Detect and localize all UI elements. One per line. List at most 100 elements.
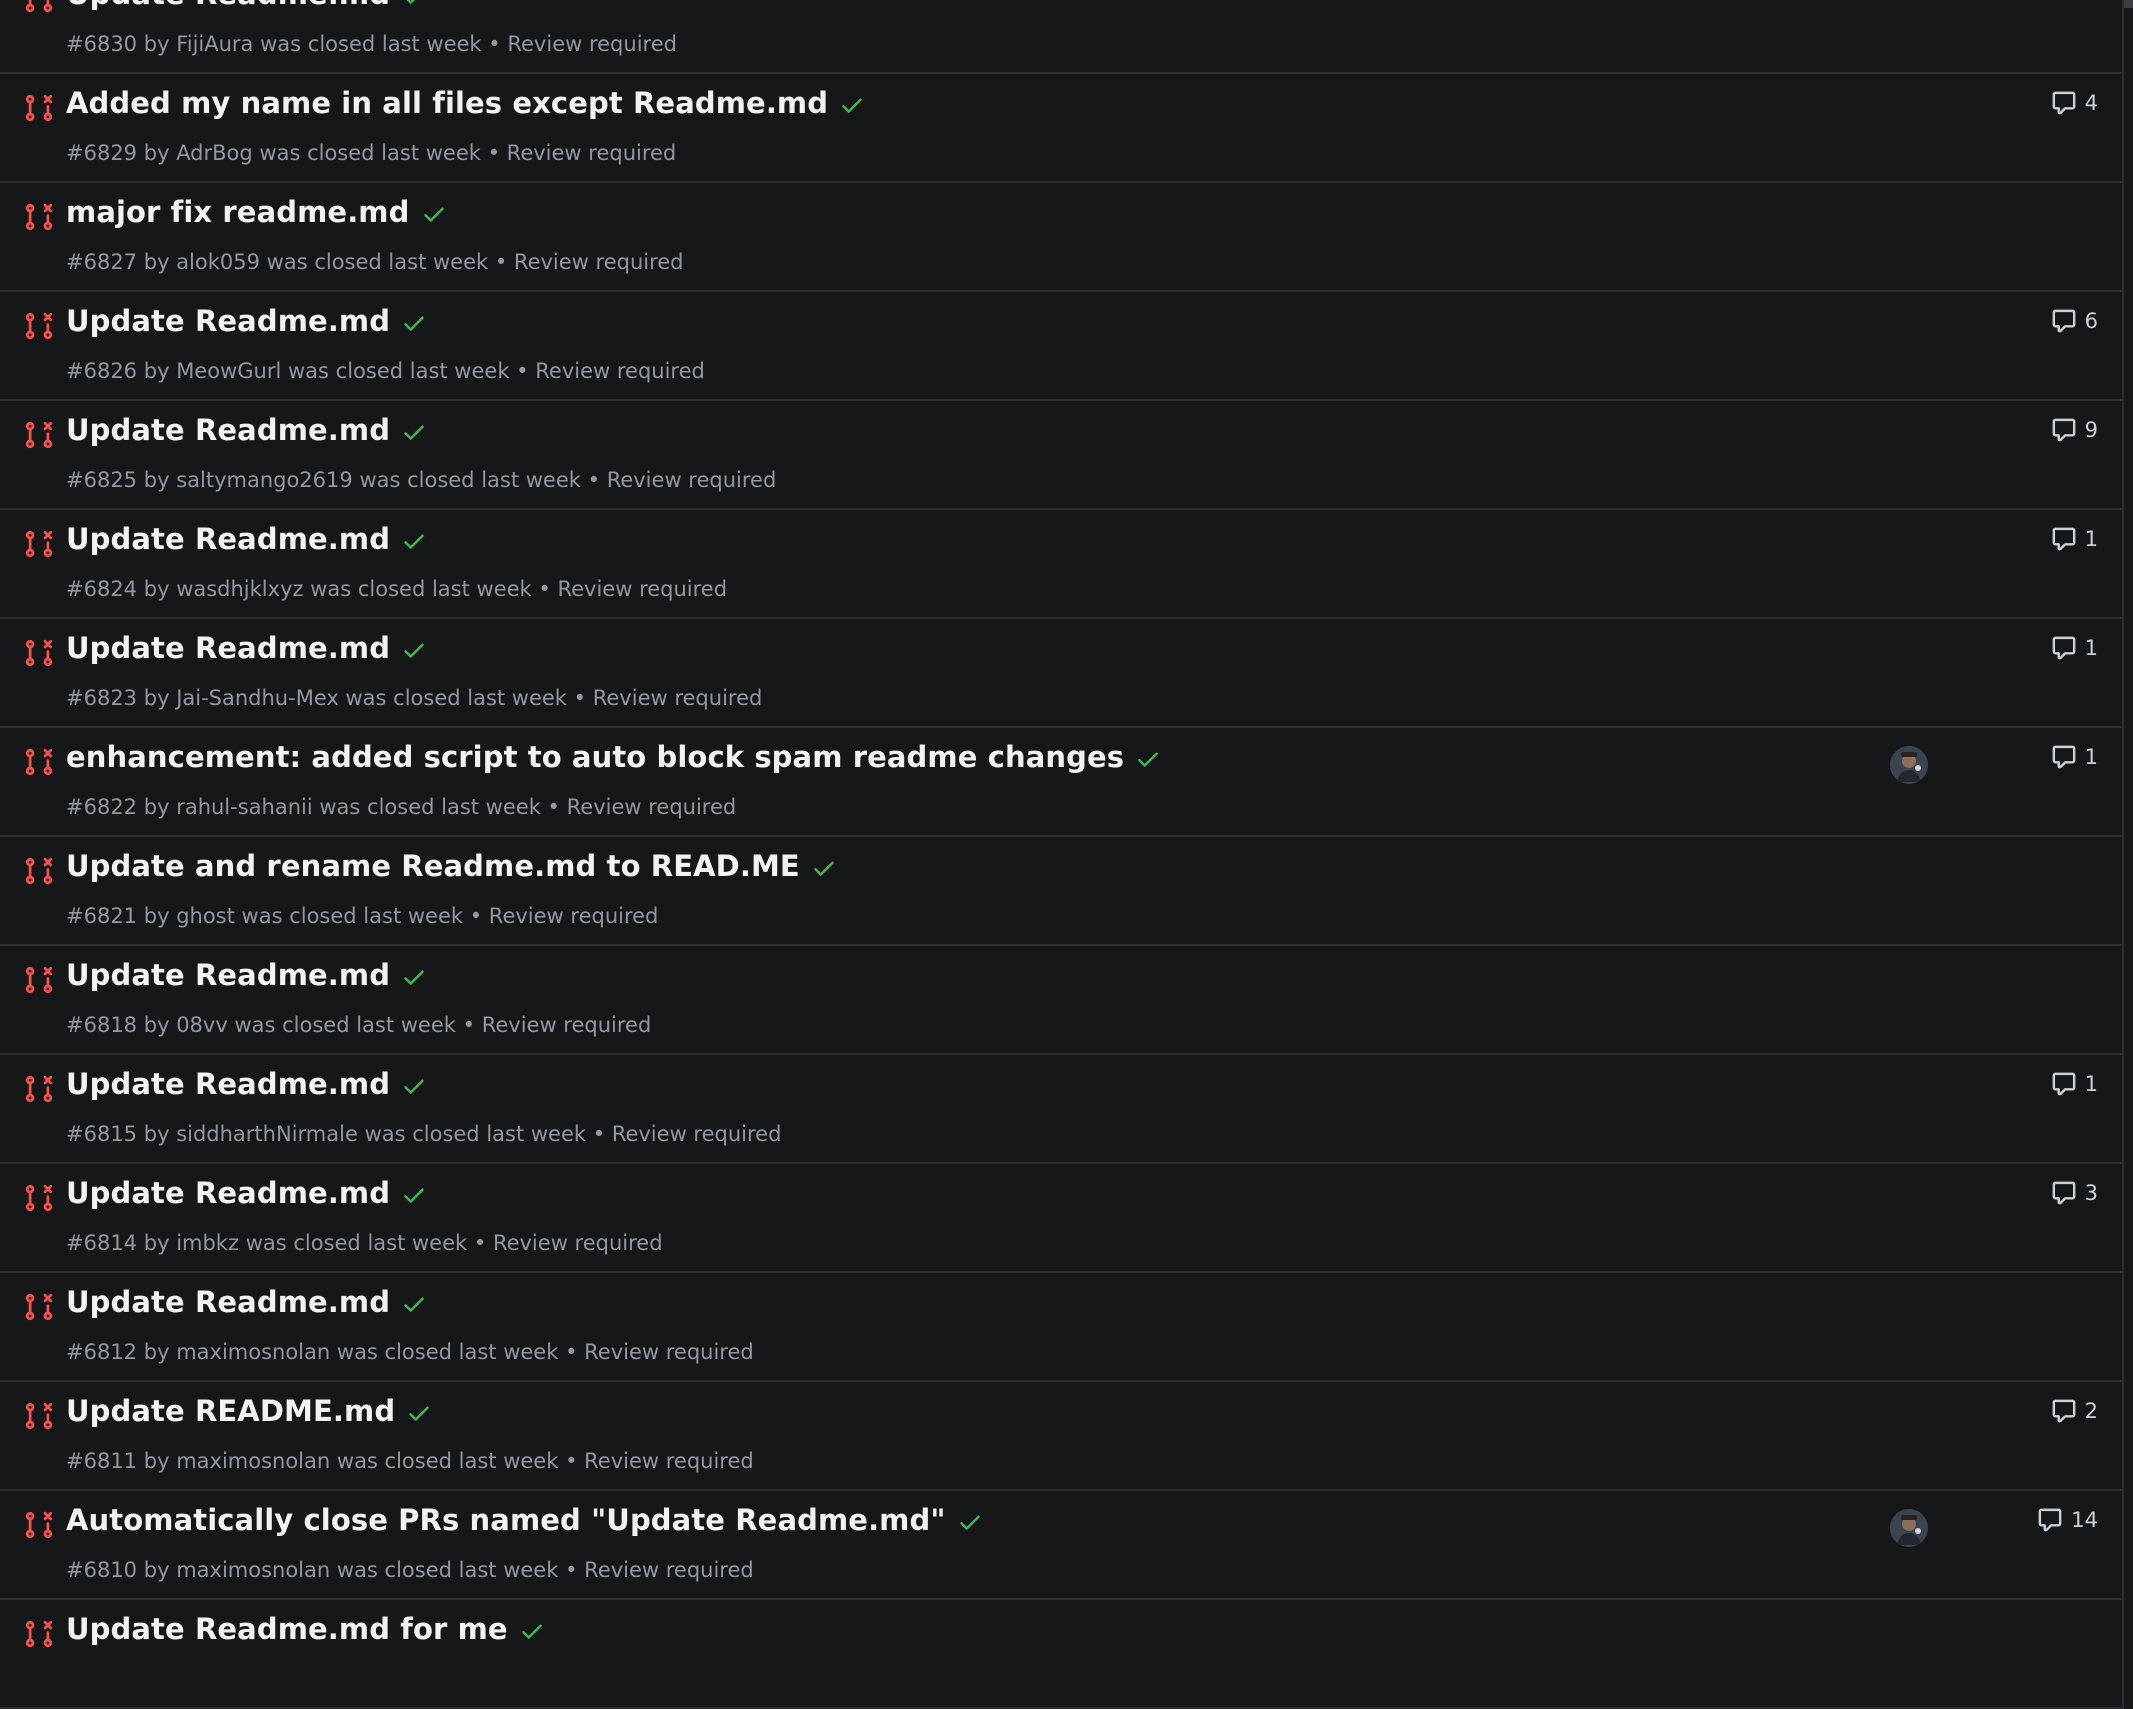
check-icon[interactable] [406, 1400, 432, 1426]
author-link[interactable]: siddharthNirmale [176, 1122, 358, 1146]
pull-request-title[interactable]: Update Readme.md [66, 1176, 390, 1210]
by-label: by [143, 904, 170, 928]
pull-request-title[interactable]: Update Readme.md [66, 0, 390, 11]
check-icon[interactable] [957, 1509, 983, 1535]
comments-link[interactable]: 1 [2051, 635, 2098, 661]
author-link[interactable]: wasdhjklxyz [176, 577, 303, 601]
pull-request-title[interactable]: Update Readme.md [66, 958, 390, 992]
pull-request-title[interactable]: Update Readme.md for me [66, 1612, 508, 1646]
by-label: by [143, 141, 170, 165]
review-status[interactable]: Review required [489, 904, 659, 928]
by-label: by [143, 1340, 170, 1364]
pull-request-title[interactable]: Added my name in all files except Readme… [66, 86, 828, 120]
check-icon[interactable] [421, 201, 447, 227]
review-status[interactable]: Review required [584, 1558, 754, 1582]
pull-request-row[interactable]: major fix readme.md #6827 by alok059 was… [0, 183, 2122, 292]
check-icon[interactable] [401, 964, 427, 990]
pull-request-row[interactable]: Update Readme.md for me [0, 1600, 2122, 1709]
check-icon[interactable] [401, 0, 427, 9]
pull-request-row[interactable]: Added my name in all files except Readme… [0, 74, 2122, 183]
pull-request-title[interactable]: Update Readme.md [66, 304, 390, 338]
author-link[interactable]: 08vv [176, 1013, 228, 1037]
author-link[interactable]: ghost [176, 904, 235, 928]
comment-icon [2052, 91, 2075, 115]
review-status[interactable]: Review required [584, 1449, 754, 1473]
pull-request-meta: #6810 by maximosnolan was closed last we… [66, 1558, 754, 1582]
separator-dot: • [469, 904, 483, 928]
review-status[interactable]: Review required [612, 1122, 782, 1146]
pull-request-row[interactable]: Update Readme.md #6812 by maximosnolan w… [0, 1273, 2122, 1382]
pull-request-title[interactable]: Update and rename Readme.md to READ.ME [66, 849, 800, 883]
author-link[interactable]: alok059 [176, 250, 260, 274]
author-link[interactable]: Jai-Sandhu-Mex [176, 686, 339, 710]
pull-request-title[interactable]: major fix readme.md [66, 195, 410, 229]
comments-link[interactable]: 1 [2051, 744, 2098, 770]
check-icon[interactable] [1135, 746, 1161, 772]
pull-request-title[interactable]: Update Readme.md [66, 413, 390, 447]
pull-request-row[interactable]: Update README.md #6811 by maximosnolan w… [0, 1382, 2122, 1491]
comments-link[interactable]: 4 [2051, 90, 2098, 116]
review-status[interactable]: Review required [557, 577, 727, 601]
check-icon[interactable] [519, 1618, 545, 1644]
check-icon[interactable] [811, 855, 837, 881]
comments-link[interactable]: 6 [2051, 308, 2098, 334]
avatar[interactable] [1890, 1509, 1928, 1547]
review-status[interactable]: Review required [535, 359, 705, 383]
author-link[interactable]: maximosnolan [176, 1340, 330, 1364]
pull-request-row[interactable]: Automatically close PRs named "Update Re… [0, 1491, 2122, 1600]
pull-request-title[interactable]: Automatically close PRs named "Update Re… [66, 1503, 946, 1537]
review-status[interactable]: Review required [507, 141, 677, 165]
comments-link[interactable]: 1 [2051, 526, 2098, 552]
review-status[interactable]: Review required [493, 1231, 663, 1255]
comments-link[interactable]: 9 [2051, 417, 2098, 443]
pull-request-row[interactable]: Update and rename Readme.md to READ.ME #… [0, 837, 2122, 946]
check-icon[interactable] [401, 310, 427, 336]
review-status[interactable]: Review required [593, 686, 763, 710]
check-icon[interactable] [401, 528, 427, 554]
git-pull-request-closed-icon [25, 1511, 53, 1539]
review-status[interactable]: Review required [482, 1013, 652, 1037]
author-link[interactable]: maximosnolan [176, 1558, 330, 1582]
pull-request-number: #6822 [66, 795, 138, 819]
author-link[interactable]: maximosnolan [176, 1449, 330, 1473]
review-status[interactable]: Review required [567, 795, 737, 819]
check-icon[interactable] [401, 419, 427, 445]
comments-link[interactable]: 14 [2037, 1507, 2098, 1533]
author-link[interactable]: saltymango2619 [176, 468, 353, 492]
pull-request-row[interactable]: Update Readme.md #6823 by Jai-Sandhu-Mex… [0, 619, 2122, 728]
pull-request-title-line: Update Readme.md [66, 522, 427, 556]
pull-request-title[interactable]: Update Readme.md [66, 631, 390, 665]
pull-request-title[interactable]: Update Readme.md [66, 1067, 390, 1101]
comments-link[interactable]: 2 [2051, 1398, 2098, 1424]
pull-request-title[interactable]: Update README.md [66, 1394, 395, 1428]
author-link[interactable]: AdrBog [176, 141, 253, 165]
pull-request-row[interactable]: Update Readme.md #6830 by FijiAura was c… [0, 0, 2122, 74]
check-icon[interactable] [401, 1073, 427, 1099]
author-link[interactable]: FijiAura [176, 32, 253, 56]
pull-request-title[interactable]: enhancement: added script to auto block … [66, 740, 1124, 774]
review-status[interactable]: Review required [507, 32, 677, 56]
review-status[interactable]: Review required [514, 250, 684, 274]
pull-request-row[interactable]: Update Readme.md #6818 by 08vv was close… [0, 946, 2122, 1055]
review-status[interactable]: Review required [607, 468, 777, 492]
pull-request-row[interactable]: enhancement: added script to auto block … [0, 728, 2122, 837]
review-status[interactable]: Review required [584, 1340, 754, 1364]
check-icon[interactable] [401, 637, 427, 663]
avatar[interactable] [1890, 746, 1928, 784]
author-link[interactable]: rahul-sahanii [176, 795, 313, 819]
pull-request-title[interactable]: Update Readme.md [66, 522, 390, 556]
pull-request-row[interactable]: Update Readme.md #6815 by siddharthNirma… [0, 1055, 2122, 1164]
comments-link[interactable]: 1 [2051, 1071, 2098, 1097]
separator-dot: • [592, 1122, 606, 1146]
pull-request-title[interactable]: Update Readme.md [66, 1285, 390, 1319]
pull-request-row[interactable]: Update Readme.md #6814 by imbkz was clos… [0, 1164, 2122, 1273]
check-icon[interactable] [401, 1182, 427, 1208]
check-icon[interactable] [401, 1291, 427, 1317]
pull-request-row[interactable]: Update Readme.md #6826 by MeowGurl was c… [0, 292, 2122, 401]
pull-request-row[interactable]: Update Readme.md #6824 by wasdhjklxyz wa… [0, 510, 2122, 619]
comments-link[interactable]: 3 [2051, 1180, 2098, 1206]
author-link[interactable]: imbkz [176, 1231, 239, 1255]
check-icon[interactable] [839, 92, 865, 118]
author-link[interactable]: MeowGurl [176, 359, 281, 383]
pull-request-row[interactable]: Update Readme.md #6825 by saltymango2619… [0, 401, 2122, 510]
